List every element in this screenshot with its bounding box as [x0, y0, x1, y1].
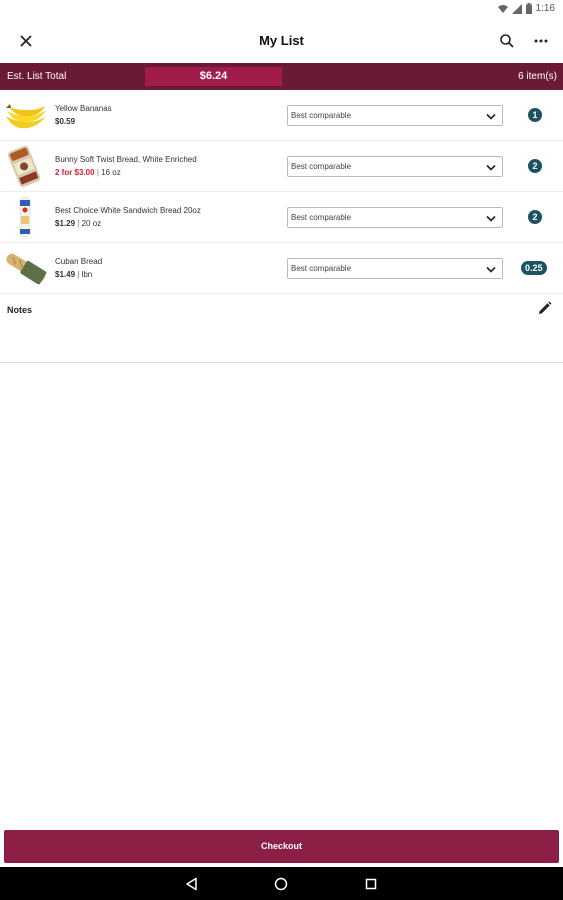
checkout-button[interactable]: Checkout [4, 830, 559, 863]
item-size: 20 oz [81, 219, 102, 228]
chevron-down-icon [486, 215, 496, 222]
promo-price: 2 for $3.00 [55, 168, 95, 177]
recents-square-icon [365, 878, 377, 890]
edit-notes-button[interactable] [537, 301, 552, 316]
quantity-badge[interactable]: 2 [528, 159, 542, 173]
select-value: Best comparable [291, 162, 352, 171]
cuban-bread-image [6, 253, 47, 285]
item-size: 16 oz [101, 168, 121, 177]
chevron-down-icon [486, 113, 496, 120]
items-count: 6 item(s) [518, 71, 557, 82]
status-time: 1:16 [535, 3, 555, 14]
substitution-select[interactable]: Best comparable [287, 258, 503, 279]
list-item[interactable]: Cuban Bread $1.49 | lbn Best comparable … [0, 243, 563, 294]
nav-home-button[interactable] [273, 876, 289, 892]
total-label: Est. List Total [7, 71, 67, 82]
item-price: $1.49 | lbn [55, 270, 92, 279]
wifi-icon [497, 4, 508, 13]
substitution-select[interactable]: Best comparable [287, 207, 503, 228]
status-bar: 1:16 [0, 0, 563, 20]
back-triangle-icon [186, 877, 197, 891]
chevron-down-icon [486, 164, 496, 171]
total-amount: $6.24 [145, 67, 282, 86]
list-total-bar: Est. List Total $6.24 6 item(s) [0, 63, 563, 90]
item-name: Cuban Bread [55, 257, 103, 266]
page-title: My List [259, 33, 304, 48]
quantity-badge[interactable]: 2 [528, 210, 542, 224]
more-options-button[interactable] [530, 31, 552, 51]
item-unit-price: $1.29 [55, 219, 76, 228]
notes-section[interactable]: Notes [0, 291, 563, 363]
status-icons: 1:16 [497, 3, 555, 14]
price-separator: | [96, 168, 99, 177]
price-separator: | [77, 219, 80, 228]
quantity-badge[interactable]: 0.25 [521, 261, 547, 275]
select-value: Best comparable [291, 264, 352, 273]
list-item[interactable]: Yellow Bananas $0.59 Best comparable 1 [0, 90, 563, 141]
search-button[interactable] [497, 31, 517, 51]
list-item[interactable]: Best Choice White Sandwich Bread 20oz $1… [0, 192, 563, 243]
substitution-select[interactable]: Best comparable [287, 156, 503, 177]
select-value: Best comparable [291, 111, 352, 120]
item-price: 2 for $3.00 | 16 oz [55, 168, 121, 177]
quantity-badge[interactable]: 1 [528, 108, 542, 122]
sandwich-bread-image [19, 196, 31, 238]
pencil-icon [539, 301, 552, 314]
item-unit-price: $0.59 [55, 117, 76, 126]
nav-recents-button[interactable] [363, 876, 379, 892]
item-price: $1.29 | 20 oz [55, 219, 101, 228]
app-bar: My List [0, 20, 563, 62]
home-circle-icon [274, 877, 288, 891]
bread-loaf-image [7, 145, 41, 187]
item-price: $0.59 [55, 117, 75, 126]
bananas-image [6, 104, 46, 129]
list-item[interactable]: Bunny Soft Twist Bread, White Enriched 2… [0, 141, 563, 192]
nav-back-button[interactable] [184, 876, 200, 892]
item-unit-price: $1.49 [55, 270, 76, 279]
item-list: Yellow Bananas $0.59 Best comparable 1 B… [0, 90, 563, 294]
battery-icon [525, 3, 532, 14]
item-name: Yellow Bananas [55, 104, 112, 113]
system-nav-bar [0, 867, 563, 900]
signal-icon [511, 3, 522, 14]
search-icon [500, 34, 514, 48]
price-separator: | [77, 270, 80, 279]
item-name: Best Choice White Sandwich Bread 20oz [55, 206, 201, 215]
substitution-select[interactable]: Best comparable [287, 105, 503, 126]
chevron-down-icon [486, 266, 496, 273]
select-value: Best comparable [291, 213, 352, 222]
item-name: Bunny Soft Twist Bread, White Enriched [55, 155, 197, 164]
notes-label: Notes [7, 305, 33, 315]
item-size: lbn [81, 270, 93, 279]
more-vert-icon [534, 39, 548, 43]
